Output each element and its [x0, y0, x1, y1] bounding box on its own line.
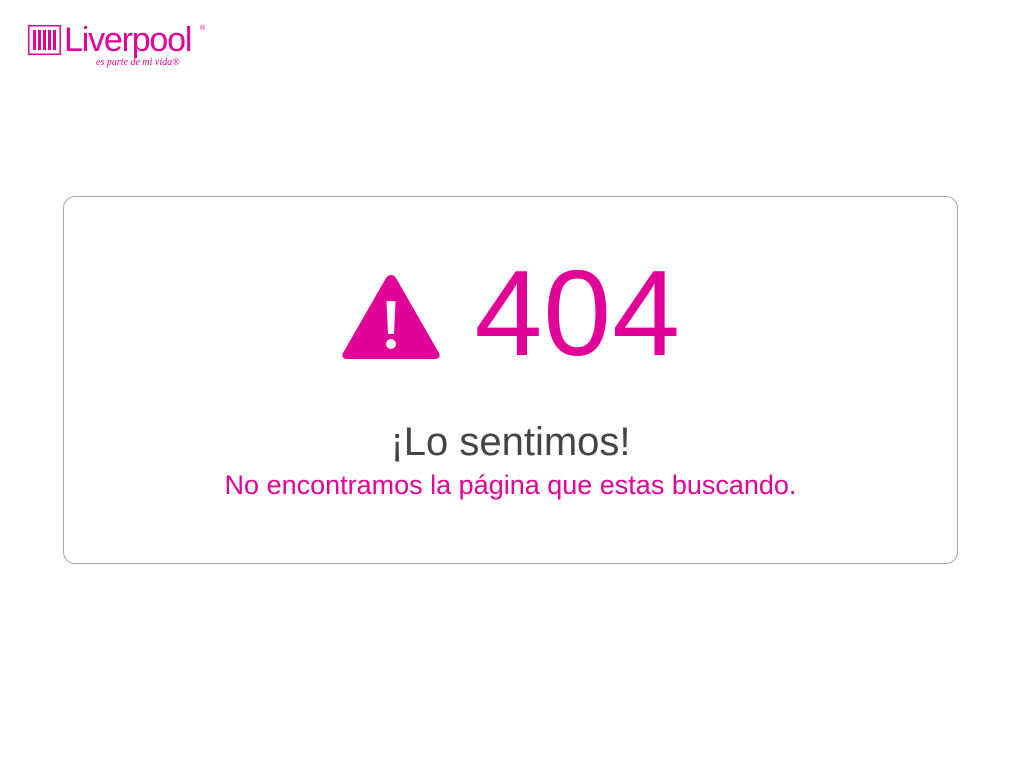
error-code-row: 404	[64, 245, 957, 381]
error-title: ¡Lo sentimos!	[390, 420, 631, 464]
error-card: 404 ¡Lo sentimos! No encontramos la pági…	[63, 196, 958, 564]
warning-triangle-icon	[342, 275, 440, 359]
liverpool-logo-link[interactable]: Liverpool ® es parte de mi vida®	[28, 21, 218, 72]
liverpool-logo-icon	[28, 25, 61, 55]
site-header: Liverpool ® es parte de mi vida®	[28, 21, 218, 72]
error-code: 404	[474, 245, 681, 381]
logo-registered-mark: ®	[200, 25, 206, 32]
logo-wordmark: Liverpool	[64, 21, 192, 59]
error-message: No encontramos la página que estas busca…	[224, 470, 797, 500]
logo-tagline: es parte de mi vida®	[96, 57, 180, 68]
